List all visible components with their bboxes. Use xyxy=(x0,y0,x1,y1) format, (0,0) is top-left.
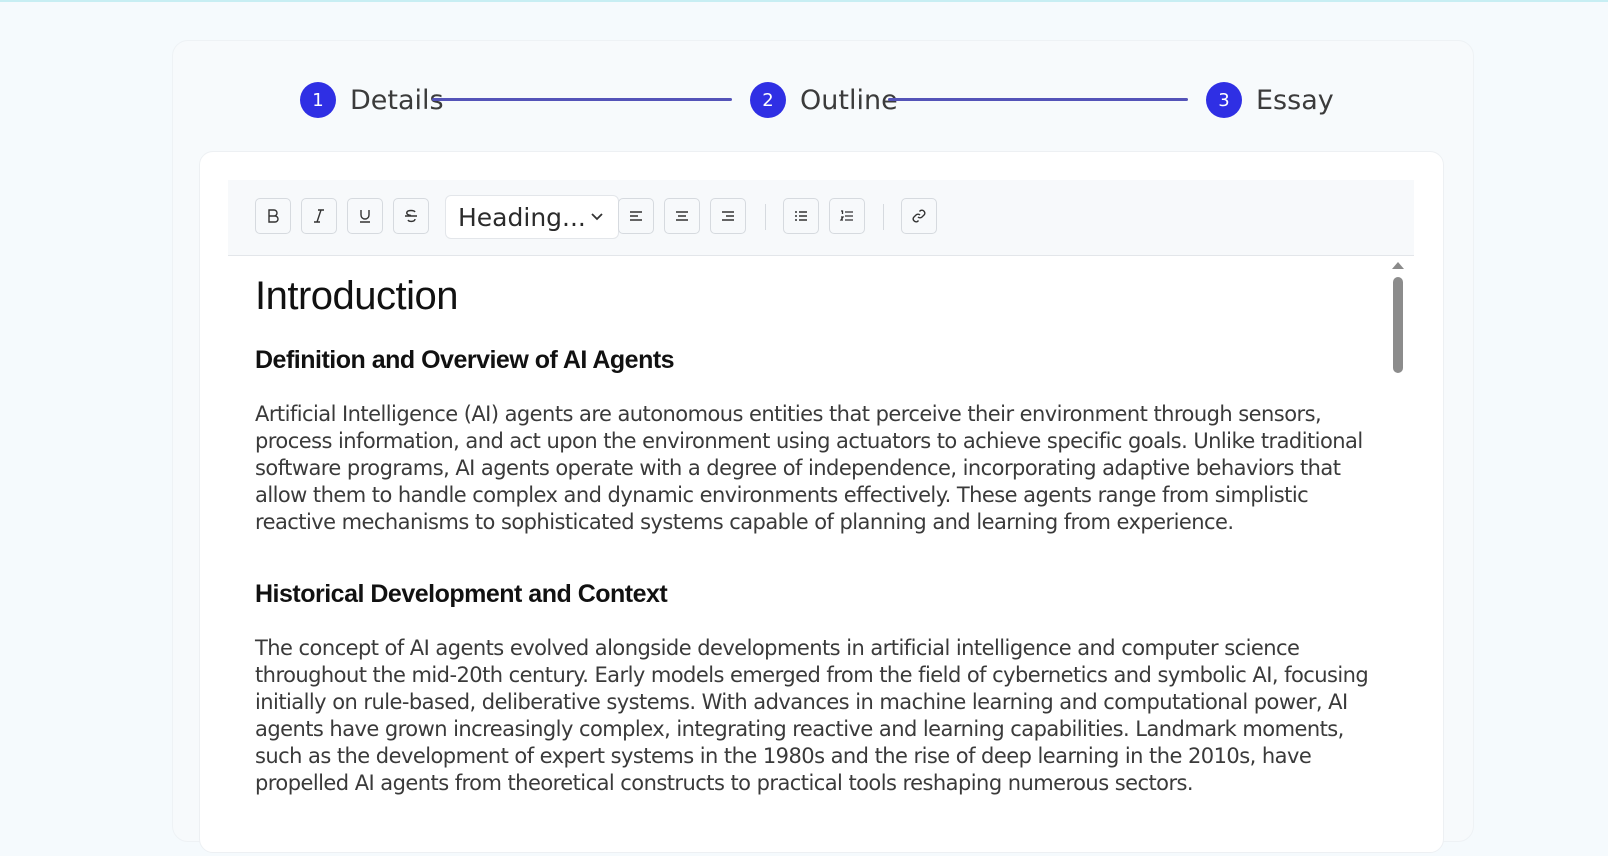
step-label: Outline xyxy=(800,84,898,116)
step-connector xyxy=(432,98,732,101)
step-connector xyxy=(888,98,1188,101)
bullet-list-button[interactable] xyxy=(783,198,819,234)
heading-select-value: Heading... xyxy=(458,202,586,232)
align-right-button[interactable] xyxy=(710,198,746,234)
section-heading: Historical Development and Context xyxy=(255,580,668,608)
step-number: 1 xyxy=(300,82,336,118)
section-paragraph: The concept of AI agents evolved alongsi… xyxy=(255,636,1369,795)
step-label: Details xyxy=(350,84,444,116)
scroll-thumb[interactable] xyxy=(1393,277,1403,373)
step-label: Essay xyxy=(1256,84,1334,116)
stepper: 1 Details 2 Outline 3 Essay xyxy=(300,80,1350,120)
italic-button[interactable] xyxy=(301,198,337,234)
underline-icon xyxy=(360,210,370,223)
editor-toolbar: Heading... xyxy=(228,180,1414,256)
chevron-down-icon xyxy=(591,213,603,221)
link-button[interactable] xyxy=(901,198,937,234)
bold-button[interactable] xyxy=(255,198,291,234)
document-title: Introduction xyxy=(255,274,459,318)
step-details[interactable]: 1 Details xyxy=(300,81,444,119)
strikethrough-icon xyxy=(405,209,417,223)
step-essay[interactable]: 3 Essay xyxy=(1206,81,1334,119)
align-center-icon xyxy=(676,211,688,221)
link-icon xyxy=(912,209,926,223)
rich-text-editor: Heading... Introduction Definition and O… xyxy=(199,151,1444,853)
toolbar-divider xyxy=(765,204,766,230)
align-left-button[interactable] xyxy=(618,198,654,234)
scroll-up-arrow-icon[interactable] xyxy=(1392,262,1404,269)
italic-icon xyxy=(314,209,324,223)
align-left-icon xyxy=(630,211,642,221)
underline-button[interactable] xyxy=(347,198,383,234)
ordered-list-button[interactable] xyxy=(829,198,865,234)
editor-content[interactable]: Introduction Definition and Overview of … xyxy=(228,256,1378,856)
step-number: 3 xyxy=(1206,82,1242,118)
step-outline[interactable]: 2 Outline xyxy=(750,81,898,119)
top-accent-line xyxy=(0,0,1608,2)
bullet-list-icon xyxy=(795,211,807,221)
bold-icon xyxy=(268,209,279,223)
heading-select[interactable]: Heading... xyxy=(445,195,619,239)
align-center-button[interactable] xyxy=(664,198,700,234)
section-heading: Definition and Overview of AI Agents xyxy=(255,346,675,374)
section-paragraph: Artificial Intelligence (AI) agents are … xyxy=(255,402,1363,534)
editor-scrollbar[interactable] xyxy=(1392,258,1404,828)
strikethrough-button[interactable] xyxy=(393,198,429,234)
step-number: 2 xyxy=(750,82,786,118)
align-right-icon xyxy=(722,211,734,221)
ordered-list-icon xyxy=(839,210,853,221)
toolbar-divider xyxy=(883,204,884,230)
